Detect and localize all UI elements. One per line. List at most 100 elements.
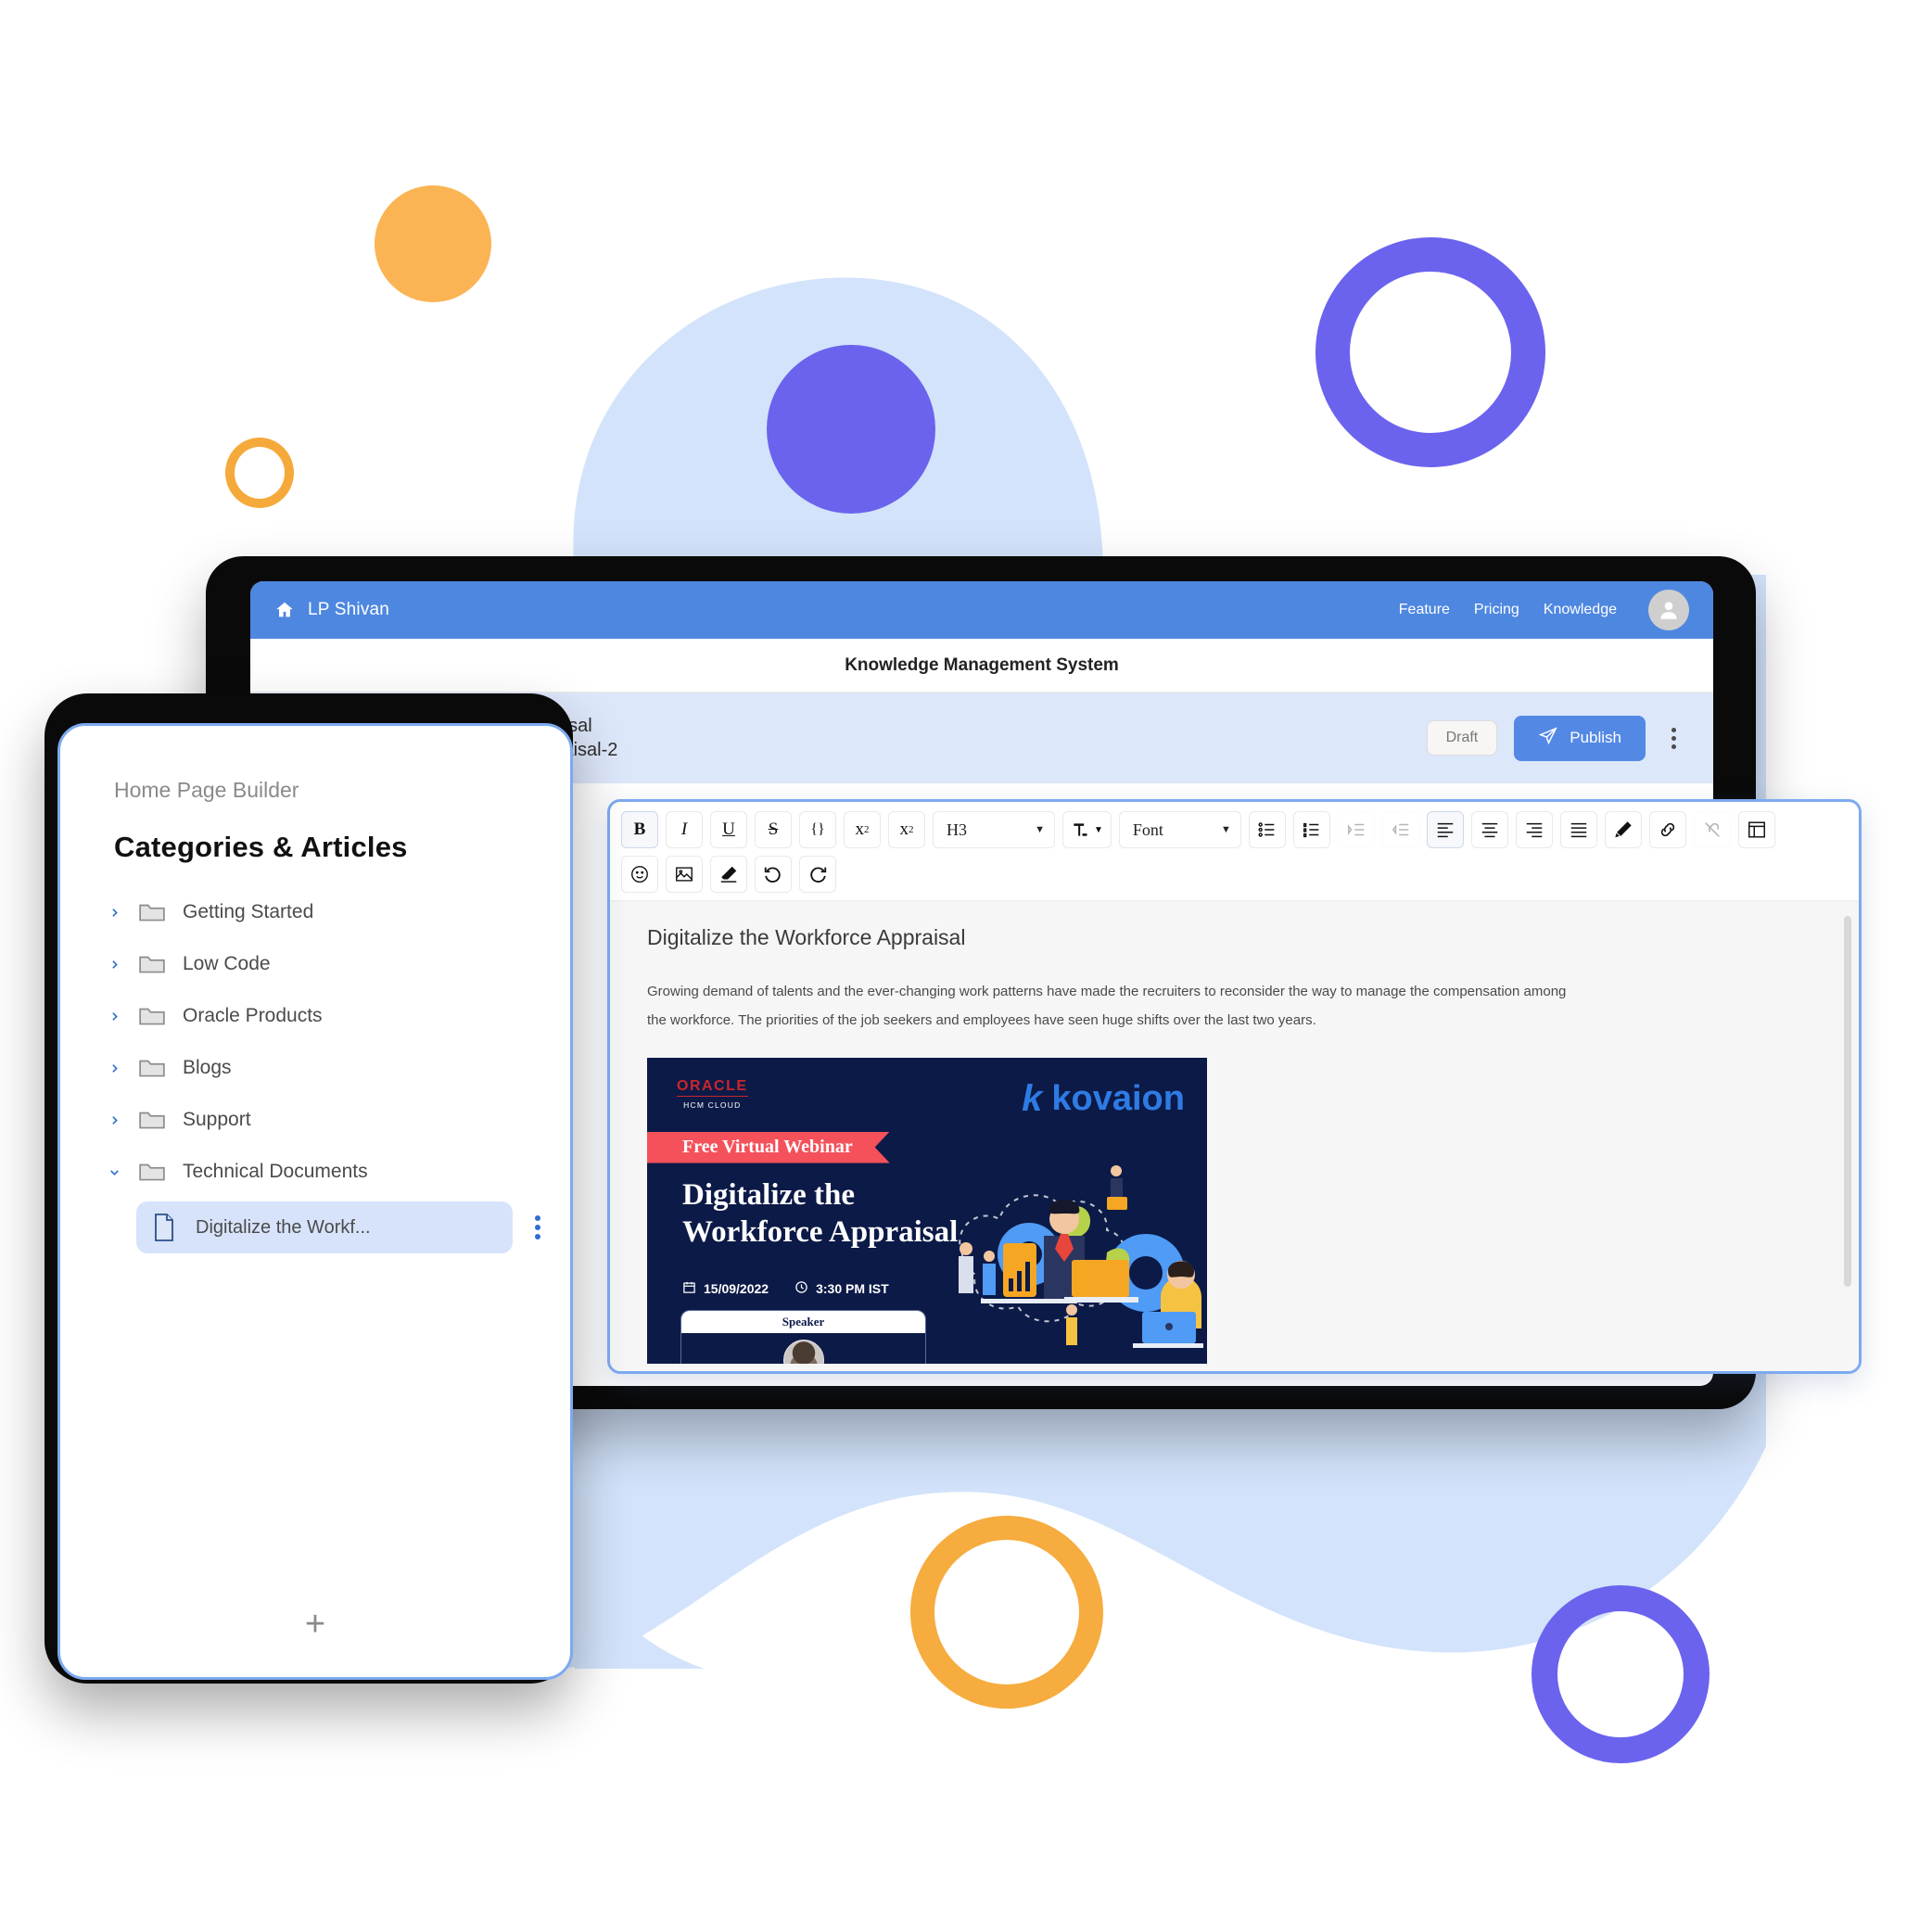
align-center-button[interactable] xyxy=(1470,811,1508,848)
subscript-button[interactable]: x2 xyxy=(888,811,925,848)
publish-label: Publish xyxy=(1570,729,1621,746)
webinar-date-group: 15/09/2022 xyxy=(682,1280,769,1297)
font-select[interactable]: Font ▼ xyxy=(1118,811,1241,848)
navbar-brand-group[interactable]: LP Shivan xyxy=(274,600,389,620)
strikethrough-button[interactable]: S xyxy=(755,811,792,848)
navbar-links: Feature Pricing Knowledge xyxy=(1399,590,1689,630)
emoji-button[interactable] xyxy=(621,856,658,893)
insert-image-button[interactable] xyxy=(666,856,703,893)
code-block-button[interactable]: {} xyxy=(799,811,836,848)
redo-button[interactable] xyxy=(799,856,836,893)
sidebar-item-blogs[interactable]: Blogs xyxy=(94,1042,550,1094)
folder-icon xyxy=(138,952,166,976)
sidebar-item-technical-documents[interactable]: Technical Documents xyxy=(94,1146,550,1198)
chevron-right-icon[interactable] xyxy=(107,1114,121,1126)
webinar-title-line-1: Digitalize the xyxy=(682,1177,856,1212)
sidebar-item-label: Blogs xyxy=(183,1057,232,1078)
text-color-button[interactable]: ▼ xyxy=(1062,811,1112,848)
align-left-button[interactable] xyxy=(1426,811,1464,848)
editor-toolbar-row-1: B I U S {} x2 x2 H3 ▼ ▼ Font ▼ xyxy=(621,811,1848,848)
rich-text-editor-card: B I U S {} x2 x2 H3 ▼ ▼ Font ▼ Digitaliz… xyxy=(607,799,1862,1374)
bulleted-list-button[interactable] xyxy=(1248,811,1286,848)
indent-decrease-button[interactable] xyxy=(1381,811,1419,848)
status-badge[interactable]: Draft xyxy=(1426,720,1498,756)
numbered-list-button[interactable] xyxy=(1292,811,1330,848)
align-justify-button[interactable] xyxy=(1559,811,1597,848)
superscript-button[interactable]: x2 xyxy=(844,811,881,848)
underline-button[interactable]: U xyxy=(710,811,747,848)
kovaion-mark-icon: k xyxy=(1022,1077,1043,1119)
clock-icon xyxy=(794,1280,808,1297)
document-paragraph-line-1: Growing demand of talents and the ever-c… xyxy=(647,984,1567,999)
screenshot-root: LP Shivan Feature Pricing Knowledge Know… xyxy=(0,0,1932,1932)
webinar-banner-image: ORACLE HCM CLOUD k kovaion Free Virtual … xyxy=(647,1057,1207,1364)
chevron-right-icon[interactable] xyxy=(107,1062,121,1074)
editor-toolbar-row-2 xyxy=(621,856,1848,893)
sidebar-item-support[interactable]: Support xyxy=(94,1094,550,1146)
article-more-menu-icon[interactable] xyxy=(1662,722,1685,755)
chevron-right-icon[interactable] xyxy=(107,907,121,919)
oracle-logo: ORACLE HCM CLOUD xyxy=(677,1078,748,1110)
folder-icon xyxy=(138,900,166,924)
webinar-title: Digitalize the Workforce Appraisal xyxy=(682,1176,958,1252)
sidebar-item-label: Getting Started xyxy=(183,901,314,922)
webinar-title-line-2: Workforce Appraisal xyxy=(682,1214,959,1249)
sidebar-item-getting-started[interactable]: Getting Started xyxy=(94,886,550,938)
top-navbar: LP Shivan Feature Pricing Knowledge xyxy=(250,581,1713,639)
sidebar-item-label: Technical Documents xyxy=(183,1161,368,1182)
calendar-icon xyxy=(682,1280,696,1297)
publish-button[interactable]: Publish xyxy=(1514,715,1646,761)
editor-toolbar: B I U S {} x2 x2 H3 ▼ ▼ Font ▼ xyxy=(610,802,1859,901)
webinar-date: 15/09/2022 xyxy=(704,1280,769,1296)
speaker-heading: Speaker xyxy=(681,1310,925,1333)
folder-icon xyxy=(138,1056,166,1080)
indent-increase-button[interactable] xyxy=(1337,811,1375,848)
editor-content-area[interactable]: Digitalize the Workforce Appraisal Growi… xyxy=(610,901,1859,1371)
nav-link-feature[interactable]: Feature xyxy=(1399,602,1450,618)
align-right-button[interactable] xyxy=(1515,811,1553,848)
chevron-down-icon[interactable] xyxy=(107,1166,121,1178)
sidebar-title: Categories & Articles xyxy=(114,831,408,863)
webinar-speaker-card: Speaker Sukash Ravichandran Oracle Cloud… xyxy=(680,1309,926,1364)
sidebar-article-selected[interactable]: Digitalize the Workf... xyxy=(136,1201,513,1253)
sidebar-item-oracle-products[interactable]: Oracle Products xyxy=(94,990,550,1042)
decor-ring-orange-large xyxy=(910,1516,1103,1709)
folder-icon xyxy=(138,1108,166,1132)
user-avatar-icon[interactable] xyxy=(1648,590,1689,630)
chevron-right-icon[interactable] xyxy=(107,959,121,971)
undo-button[interactable] xyxy=(755,856,792,893)
kms-title-band: Knowledge Management System xyxy=(250,639,1713,693)
decor-ring-purple-large xyxy=(1316,237,1545,467)
webinar-meta: 15/09/2022 3:30 PM IST xyxy=(682,1280,889,1297)
category-tree: Getting Started Low Code Oracle Products… xyxy=(60,886,570,1253)
brand-label: LP Shivan xyxy=(308,600,390,619)
page-title: Knowledge Management System xyxy=(845,655,1119,675)
home-icon[interactable] xyxy=(274,600,295,620)
editor-scrollbar[interactable] xyxy=(1844,916,1851,1287)
sidebar-item-low-code[interactable]: Low Code xyxy=(94,938,550,990)
insert-link-button[interactable] xyxy=(1648,811,1686,848)
webinar-illustration xyxy=(959,1164,1203,1348)
unlink-button[interactable] xyxy=(1693,811,1731,848)
oracle-logo-text: ORACLE xyxy=(677,1078,748,1097)
bold-button[interactable]: B xyxy=(621,811,658,848)
folder-icon xyxy=(138,1004,166,1028)
nav-link-knowledge[interactable]: Knowledge xyxy=(1544,602,1617,618)
chevron-right-icon[interactable] xyxy=(107,1010,121,1023)
sidebar-article-more-icon[interactable] xyxy=(526,1212,550,1243)
folder-icon xyxy=(138,1160,166,1184)
chevron-down-icon: ▼ xyxy=(1221,824,1231,835)
insert-table-button[interactable] xyxy=(1737,811,1775,848)
breadcrumb[interactable]: Home Page Builder xyxy=(60,726,570,803)
document-file-icon xyxy=(153,1214,175,1241)
heading-select[interactable]: H3 ▼ xyxy=(933,811,1055,848)
decor-ring-purple-small xyxy=(1532,1585,1710,1763)
highlighter-button[interactable] xyxy=(1604,811,1642,848)
sidebar-item-label: Low Code xyxy=(183,953,271,974)
chevron-down-icon: ▼ xyxy=(1094,824,1103,835)
add-category-button[interactable]: + xyxy=(305,1607,325,1642)
italic-button[interactable]: I xyxy=(666,811,703,848)
webinar-ribbon: Free Virtual Webinar xyxy=(647,1132,890,1163)
nav-link-pricing[interactable]: Pricing xyxy=(1474,602,1519,618)
clear-format-button[interactable] xyxy=(710,856,747,893)
